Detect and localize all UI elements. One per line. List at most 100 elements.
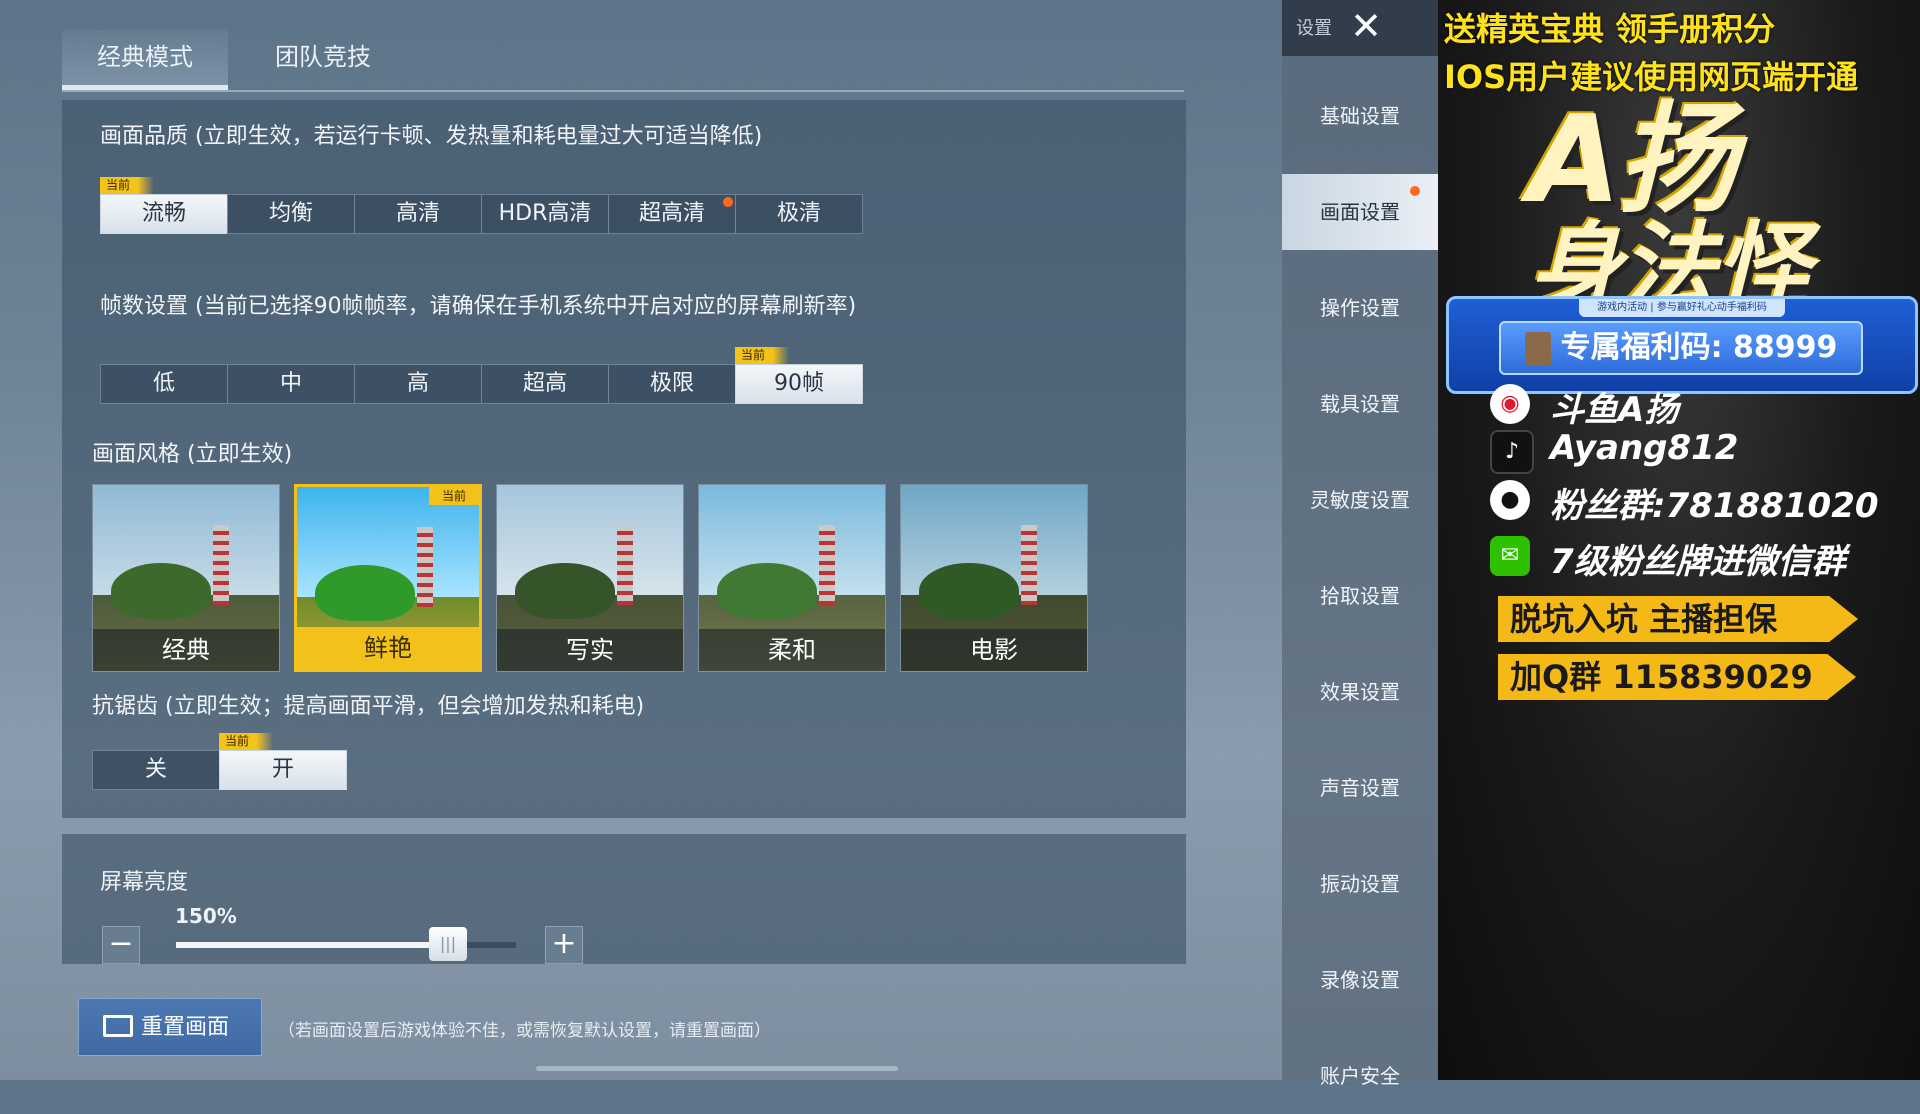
social-text: 斗鱼A扬 (1550, 390, 1679, 430)
close-icon[interactable]: ✕ (1346, 6, 1386, 46)
style-preview-tower (417, 527, 433, 607)
quality-option-label: 极清 (776, 201, 821, 226)
fps-option-label: 超高 (522, 371, 567, 396)
streamer-overlay: 送精英宝典 领手册积分 IOS用户建议使用网页端开通 A扬 身法怪 游戏内活动 … (1438, 0, 1920, 1080)
scroll-indicator (536, 1066, 898, 1071)
style-label: 柔和 (699, 629, 885, 671)
fps-option-medium[interactable]: 中 (227, 364, 355, 404)
current-tag: 当前 (429, 487, 479, 505)
sidebar-item-sensitivity[interactable]: 灵敏度设置 (1282, 462, 1438, 538)
style-card-soft[interactable]: 柔和 (698, 484, 886, 672)
sidebar-item-label: 账户安全 (1320, 1064, 1400, 1088)
brightness-panel: 屏幕亮度 150% − ||| + (62, 834, 1186, 964)
fps-option-90[interactable]: 当前 90帧 (735, 347, 863, 404)
antialias-option-off[interactable]: 关 (92, 750, 220, 790)
style-preview-tree (919, 563, 1019, 619)
fps-option-high[interactable]: 高 (354, 364, 482, 404)
sidebar-item-label: 振动设置 (1320, 872, 1400, 896)
style-preview-tree (515, 563, 615, 619)
weibo-icon: ◉ (1490, 384, 1530, 424)
tab-team-deathmatch[interactable]: 团队竞技 (248, 30, 398, 88)
sidebar-item-account-security[interactable]: 账户安全 (1282, 1038, 1438, 1114)
reset-button-label: 重置画面 (141, 1015, 230, 1040)
tiktok-icon: ♪ (1490, 430, 1534, 474)
fps-option-low[interactable]: 低 (100, 364, 228, 404)
reset-graphics-button[interactable]: 重置画面 (78, 998, 262, 1056)
quality-option-label: HDR高清 (498, 201, 592, 226)
style-card-list: 经典 当前 鲜艳 写实 柔和 电影 (92, 484, 1088, 672)
sidebar-item-recording[interactable]: 录像设置 (1282, 942, 1438, 1018)
brightness-value: 150% (175, 904, 237, 928)
style-title: 画面风格 (立即生效) (92, 442, 293, 467)
style-card-classic[interactable]: 经典 (92, 484, 280, 672)
quality-option-label: 均衡 (268, 201, 313, 226)
fps-option-ultra[interactable]: 超高 (481, 364, 609, 404)
sidebar-item-vibration[interactable]: 振动设置 (1282, 846, 1438, 922)
quality-segment-group: 当前 流畅 均衡 高清 HDR高清 超高清 极清 (100, 177, 863, 234)
welfare-code-text: 专属福利码: 88999 (1560, 330, 1838, 365)
settings-header-label: 设置 (1296, 18, 1332, 39)
mode-tabs: 经典模式 团队竞技 (62, 30, 1184, 92)
fps-option-label: 90帧 (774, 371, 824, 396)
sidebar-item-vehicle[interactable]: 载具设置 (1282, 366, 1438, 442)
fps-segment-group: 低 中 高 超高 极限 当前 90帧 (100, 347, 863, 404)
overlay-promo-line-1: 送精英宝典 领手册积分 (1444, 10, 1776, 48)
sidebar-item-pickup[interactable]: 拾取设置 (1282, 558, 1438, 634)
sidebar-item-effects[interactable]: 效果设置 (1282, 654, 1438, 730)
style-card-cinematic[interactable]: 电影 (900, 484, 1088, 672)
quality-option-balanced[interactable]: 均衡 (227, 194, 355, 234)
settings-sidebar: 设置 ✕ 基础设置 画面设置 操作设置 载具设置 灵敏度设置 拾取设置 效果设置… (1282, 0, 1438, 1088)
antialias-option-on[interactable]: 当前 开 (219, 733, 347, 790)
sidebar-item-graphics[interactable]: 画面设置 (1282, 174, 1438, 250)
social-text: 粉丝群:781881020 (1550, 486, 1879, 526)
brightness-slider[interactable]: ||| (176, 927, 516, 961)
quality-option-hd[interactable]: 高清 (354, 194, 482, 234)
style-label: 写实 (497, 629, 683, 671)
sidebar-item-label: 录像设置 (1320, 968, 1400, 992)
brightness-slider-fill (176, 942, 448, 948)
style-preview-tower (213, 525, 229, 605)
style-label: 鲜艳 (297, 627, 479, 669)
brightness-decrease-button[interactable]: − (102, 926, 140, 964)
sidebar-item-label: 画面设置 (1320, 200, 1400, 224)
fps-option-extreme[interactable]: 极限 (608, 364, 736, 404)
sidebar-item-controls[interactable]: 操作设置 (1282, 270, 1438, 346)
antialias-option-label: 开 (271, 757, 294, 782)
tab-classic-mode[interactable]: 经典模式 (62, 30, 228, 90)
style-card-vivid[interactable]: 当前 鲜艳 (294, 484, 482, 672)
brightness-slider-knob[interactable]: ||| (429, 927, 467, 961)
reset-icon (103, 1015, 133, 1037)
overlay-banner-qq-group: 加Q群 115839029 (1498, 654, 1856, 700)
sidebar-item-label: 操作设置 (1320, 296, 1400, 320)
sidebar-item-label: 载具设置 (1320, 392, 1400, 416)
graphics-settings-page: 经典模式 团队竞技 画面品质 (立即生效，若运行卡顿、发热量和耗电量过大可适当降… (0, 0, 1282, 1080)
quality-option-label: 超高清 (638, 201, 705, 226)
style-preview-tower (819, 525, 835, 605)
quality-option-smooth[interactable]: 当前 流畅 (100, 177, 228, 234)
antialias-option-label: 关 (144, 757, 167, 782)
sidebar-item-label: 基础设置 (1320, 104, 1400, 128)
quality-option-label: 高清 (395, 201, 440, 226)
character-icon (1524, 331, 1551, 366)
brightness-increase-button[interactable]: + (545, 926, 583, 964)
quality-option-label: 流畅 (141, 201, 186, 226)
welfare-code-box: 游戏内活动 | 参与赢好礼心动手福利码 专属福利码: 88999 (1446, 296, 1918, 394)
style-preview-tree (315, 565, 415, 621)
new-dot-icon (723, 197, 733, 207)
sidebar-item-audio[interactable]: 声音设置 (1282, 750, 1438, 826)
fps-title: 帧数设置 (当前已选择90帧帧率，请确保在手机系统中开启对应的屏幕刷新率) (100, 294, 857, 319)
style-card-realistic[interactable]: 写实 (496, 484, 684, 672)
quality-option-hdr[interactable]: HDR高清 (481, 194, 609, 234)
brightness-title: 屏幕亮度 (100, 870, 189, 895)
quality-option-ultra-hd[interactable]: 超高清 (608, 194, 736, 234)
social-text: 7级粉丝牌进微信群 (1550, 542, 1846, 582)
settings-header: 设置 ✕ (1282, 0, 1438, 56)
quality-title: 画面品质 (立即生效，若运行卡顿、发热量和耗电量过大可适当降低) (100, 124, 763, 149)
fps-option-label: 中 (279, 371, 302, 396)
style-preview-tree (111, 563, 211, 619)
welfare-code: 专属福利码: 88999 (1499, 321, 1863, 375)
sidebar-item-basic[interactable]: 基础设置 (1282, 78, 1438, 154)
sidebar-item-label: 灵敏度设置 (1310, 488, 1410, 512)
quality-option-extreme-hd[interactable]: 极清 (735, 194, 863, 234)
style-preview-tower (617, 525, 633, 605)
